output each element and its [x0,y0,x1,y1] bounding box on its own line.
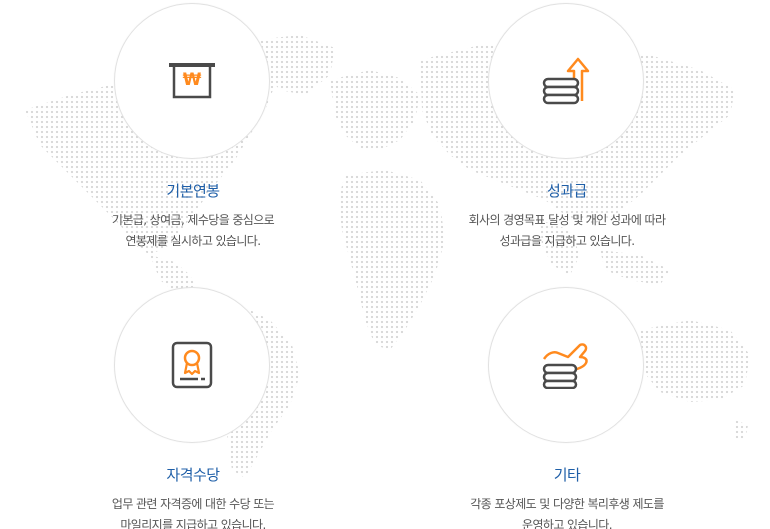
benefit-description-line: 회사의 경영목표 달성 및 개인 성과에 따라 [468,213,666,227]
benefit-description-line: 업무 관련 자격증에 대한 수당 또는 [111,497,275,511]
benefit-title: 자격수당 [166,466,220,484]
benefit-description-line: 운영하고 있습니다. [522,518,613,529]
benefit-description: 각종 포상제도 및 다양한 복리후생 제도를 운영하고 있습니다. [417,494,717,529]
benefit-title: 성과급 [547,182,587,200]
benefit-icon-circle [488,3,644,159]
coins-arrow-up-icon [542,57,590,105]
benefit-title: 기본연봉 [166,182,220,200]
coins-hand-icon [542,343,588,389]
benefit-title: 기타 [553,466,581,484]
benefit-icon-circle [488,287,644,443]
svg-text:₩: ₩ [183,70,202,90]
won-register-icon: ₩ [169,63,215,99]
benefit-icon-circle [114,287,270,443]
benefit-description-line: 연봉제를 실시하고 있습니다. [125,234,262,248]
benefit-description: 기본급, 상여금, 제수당을 중심으로 연봉제를 실시하고 있습니다. [43,210,343,252]
benefits-page: ₩ 기본연봉 기본급, 상여금, 제수당을 중심으로 연봉제를 실시하고 있습니… [0,0,770,529]
benefit-description: 업무 관련 자격증에 대한 수당 또는 마일리지를 지급하고 있습니다. [43,494,343,529]
benefit-description-line: 마일리지를 지급하고 있습니다. [120,518,266,529]
benefit-description-line: 성과급을 지급하고 있습니다. [499,234,636,248]
benefit-description-line: 기본급, 상여금, 제수당을 중심으로 [111,213,275,227]
benefit-icon-circle: ₩ [114,3,270,159]
benefit-description-line: 각종 포상제도 및 다양한 복리후생 제도를 [470,497,664,511]
benefit-description: 회사의 경영목표 달성 및 개인 성과에 따라 성과급을 지급하고 있습니다. [417,210,717,252]
certificate-icon [171,341,213,389]
